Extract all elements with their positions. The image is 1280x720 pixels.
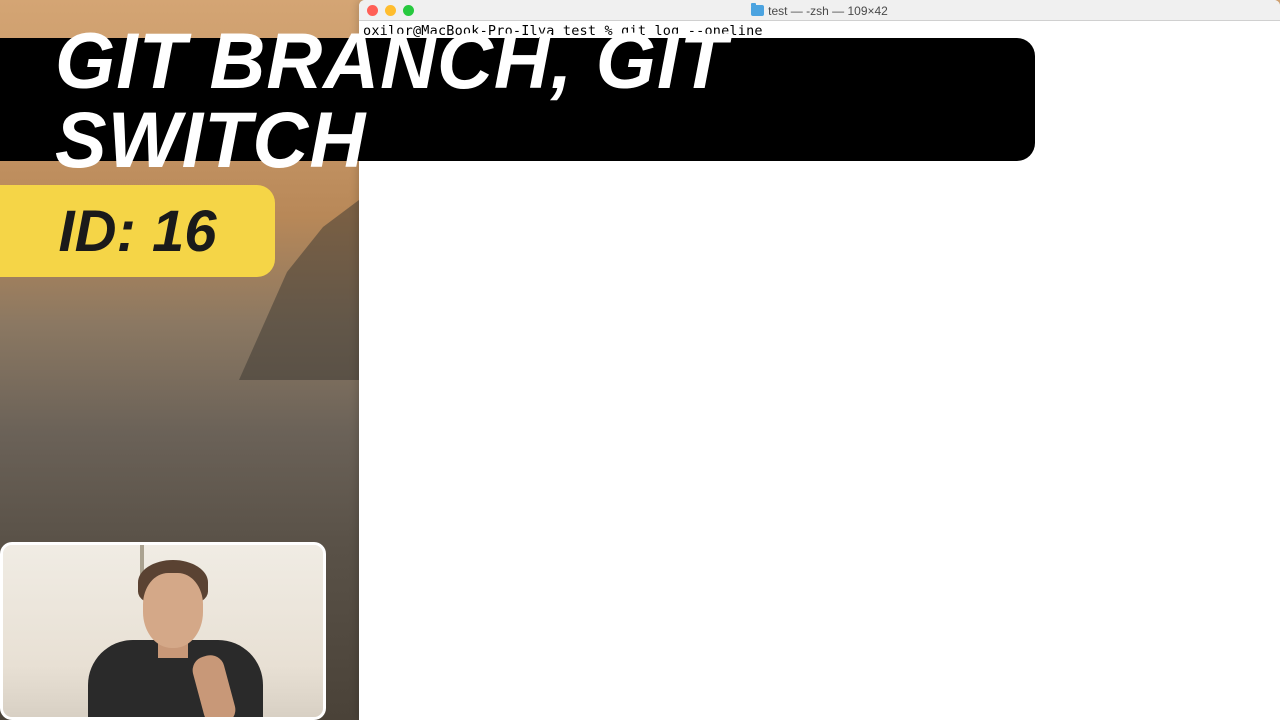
maximize-button[interactable]	[403, 5, 414, 16]
folder-icon	[751, 5, 764, 16]
window-title-text: test — -zsh — 109×42	[768, 4, 888, 18]
id-badge: ID: 16	[0, 185, 275, 277]
id-badge-text: ID: 16	[59, 198, 217, 265]
title-banner: GIT BRANCH, GIT SWITCH	[0, 38, 1035, 161]
person-head	[143, 573, 203, 648]
title-banner-text: GIT BRANCH, GIT SWITCH	[55, 21, 1015, 179]
traffic-lights	[367, 5, 414, 16]
minimize-button[interactable]	[385, 5, 396, 16]
desktop-screen: test — -zsh — 109×42 oxilor@MacBook-Pro-…	[0, 0, 1280, 720]
webcam-feed	[0, 542, 326, 720]
close-button[interactable]	[367, 5, 378, 16]
